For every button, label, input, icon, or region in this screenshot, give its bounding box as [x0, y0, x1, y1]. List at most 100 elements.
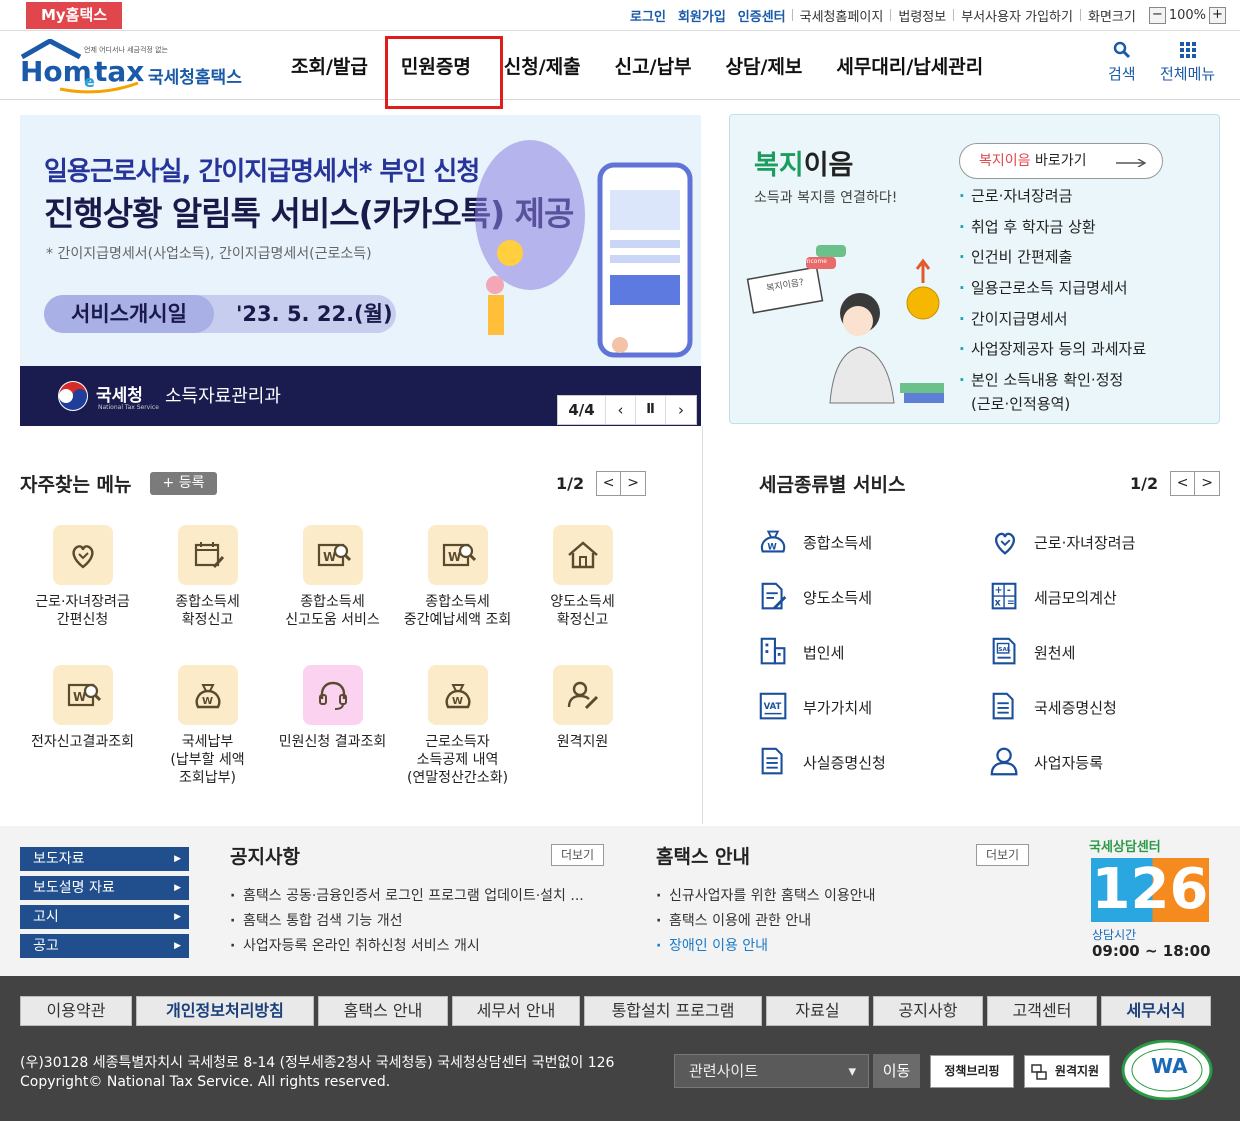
- consult-center-126[interactable]: 국세상담센터 126 상담시간 09:00 ~ 18:00: [1089, 836, 1217, 966]
- law-info-link[interactable]: 법령정보: [891, 6, 953, 25]
- guide-more-button[interactable]: 더보기: [976, 844, 1029, 866]
- footer-taxoffice-link[interactable]: 세무서 안내: [452, 996, 580, 1026]
- remote-support-badge[interactable]: 원격지원: [1024, 1055, 1110, 1088]
- tax-service-item[interactable]: 양도소득세: [757, 580, 872, 614]
- banner-prev-button[interactable]: ‹: [606, 396, 636, 424]
- policy-briefing-badge[interactable]: 정책브리핑: [930, 1055, 1014, 1088]
- nav-consult-tip[interactable]: 상담/제보: [709, 31, 820, 100]
- tax-service-item[interactable]: 사업자등록: [988, 745, 1103, 779]
- tax-service-item[interactable]: W 종합소득세: [757, 525, 872, 559]
- cert-center-link[interactable]: 인증센터: [732, 6, 792, 25]
- announcement-button[interactable]: 공고: [20, 934, 189, 958]
- frequent-menu-label: 전자신고결과조회: [30, 734, 135, 750]
- tax-service-item[interactable]: 국세증명신청: [988, 690, 1117, 724]
- main-banner[interactable]: 일용근로사실, 간이지급명세서* 부인 신청 진행상황 알림톡 서비스(카카오톡…: [20, 115, 701, 426]
- zoom-in-button[interactable]: +: [1209, 6, 1226, 24]
- logo-tagline: 언제 어디서나 세금걱정 없는: [84, 46, 168, 54]
- frequent-prev-button[interactable]: <: [596, 471, 622, 496]
- nav-report-payment[interactable]: 신고/납부: [598, 31, 709, 100]
- all-menu-button[interactable]: 전체메뉴: [1160, 41, 1215, 84]
- my-hometax-tab[interactable]: My홈택스: [26, 2, 122, 29]
- hometax-logo[interactable]: Hom e tax 언제 어디서나 세금걱정 없는 국세청홈택스: [20, 38, 250, 94]
- grid-menu-icon: [1179, 42, 1196, 58]
- tax-service-next-button[interactable]: >: [1195, 471, 1221, 496]
- welfare-go-rest: 바로가기: [1030, 153, 1087, 169]
- welfare-item[interactable]: 사업장제공자 등의 과세자료: [959, 338, 1146, 369]
- frequent-menu-item[interactable]: W 근로소득자 소득공제 내역 (연말정산간소화): [395, 665, 520, 787]
- notice-item[interactable]: 홈택스 통합 검색 기능 개선: [230, 911, 610, 936]
- nts-homepage-link[interactable]: 국세청홈페이지: [793, 6, 891, 25]
- frequent-menu-label: 종합소득세 신고도움 서비스: [285, 594, 380, 628]
- frequent-menu-item[interactable]: 민원신청 결과조회: [270, 665, 395, 751]
- nts-emblem-icon: [58, 381, 88, 411]
- footer-privacy-link[interactable]: 개인정보처리방침: [136, 996, 314, 1026]
- guide-list: 신규사업자를 위한 홈택스 이용안내 홈택스 이용에 관한 안내 장애인 이용 …: [656, 886, 986, 961]
- nav-inquiry[interactable]: 조회/발급: [274, 31, 385, 100]
- frequent-menu-item[interactable]: 근로·자녀장려금 간편신청: [20, 525, 145, 629]
- guide-item[interactable]: 장애인 이용 안내: [656, 936, 986, 961]
- money-bag-icon: W: [445, 684, 470, 709]
- login-link[interactable]: 로그인: [624, 6, 672, 25]
- frequent-menu-title: 자주찾는 메뉴: [20, 474, 132, 496]
- dept-user-signup-link[interactable]: 부서사용자 가입하기: [954, 6, 1080, 25]
- frequent-menu-item[interactable]: 원격지원: [520, 665, 645, 751]
- tax-service-label: 법인세: [803, 643, 845, 662]
- svg-text:W: W: [452, 696, 463, 707]
- frequent-menu-item[interactable]: W 종합소득세 신고도움 서비스: [270, 525, 395, 629]
- banner-pause-button[interactable]: Ⅱ: [636, 396, 666, 424]
- register-button[interactable]: + 등록: [150, 472, 217, 495]
- welfare-item[interactable]: 취업 후 학자금 상환: [959, 216, 1146, 247]
- guide-item[interactable]: 신규사업자를 위한 홈택스 이용안내: [656, 886, 986, 911]
- frequent-menu-icon: W: [302, 525, 363, 585]
- banner-note: * 간이지급명세서(사업소득), 간이지급명세서(근로소득): [46, 246, 372, 262]
- address-text: (우)30128 세종특별자치시 국세청로 8-14 (정부세종2청사 국세청동…: [20, 1055, 615, 1071]
- consult-hours-label: 상담시간: [1092, 928, 1137, 942]
- nav-application[interactable]: 신청/제출: [487, 31, 598, 100]
- frequent-next-button[interactable]: >: [621, 471, 647, 496]
- tax-service-item[interactable]: 사실증명신청: [757, 745, 886, 779]
- search-button[interactable]: 검색: [1108, 41, 1136, 84]
- frequent-menu-label: 민원신청 결과조회: [278, 734, 387, 750]
- footer-hometax-guide-link[interactable]: 홈택스 안내: [318, 996, 448, 1026]
- footer-customer-link[interactable]: 고객센터: [987, 996, 1097, 1026]
- tax-service-label: 세금모의계산: [1034, 588, 1117, 607]
- phone-illustration-icon: [475, 140, 693, 358]
- frequent-menu-item[interactable]: 양도소득세 확정신고: [520, 525, 645, 629]
- frequent-menu-item[interactable]: 종합소득세 확정신고: [145, 525, 270, 629]
- tax-service-label: 원천세: [1034, 643, 1076, 662]
- notification-button[interactable]: 고시: [20, 905, 189, 929]
- tax-service-prev-button[interactable]: <: [1170, 471, 1196, 496]
- footer-tax-forms-link[interactable]: 세무서식: [1101, 996, 1211, 1026]
- banner-next-button[interactable]: ›: [666, 396, 696, 424]
- welfare-item[interactable]: 인건비 간편제출: [959, 246, 1146, 277]
- search-icon: [1113, 41, 1130, 59]
- footer-install-link[interactable]: 통합설치 프로그램: [584, 996, 762, 1026]
- footer-library-link[interactable]: 자료실: [766, 996, 869, 1026]
- guide-item[interactable]: 홈택스 이용에 관한 안내: [656, 911, 986, 936]
- notice-more-button[interactable]: 더보기: [551, 844, 604, 866]
- press-explanation-button[interactable]: 보도설명 자료: [20, 876, 189, 900]
- tax-service-item[interactable]: 법인세: [757, 635, 844, 669]
- welfare-item[interactable]: 일용근로소득 지급명세서: [959, 277, 1146, 308]
- tax-service-item[interactable]: SAL 원천세: [988, 635, 1075, 669]
- notice-item[interactable]: 사업자등록 온라인 취하신청 서비스 개시: [230, 936, 610, 961]
- signup-link[interactable]: 회원가입: [672, 6, 732, 25]
- person-icon: [990, 747, 1018, 776]
- tax-service-item[interactable]: VAT 부가가치세: [757, 690, 872, 724]
- press-release-button[interactable]: 보도자료: [20, 847, 189, 871]
- welfare-go-button[interactable]: 복지이음 바로가기: [959, 143, 1163, 179]
- frequent-menu-item[interactable]: W 국세납부 (납부할 세액 조회납부): [145, 665, 270, 787]
- related-sites-go-button[interactable]: 이동: [873, 1054, 920, 1088]
- nav-tax-agent[interactable]: 세무대리/납세관리: [819, 31, 1000, 100]
- related-sites-select[interactable]: 관련사이트: [674, 1054, 869, 1088]
- zoom-out-button[interactable]: −: [1148, 6, 1166, 24]
- frequent-menu-item[interactable]: W 종합소득세 중간예납세액 조회: [395, 525, 520, 629]
- tax-service-item[interactable]: + - x = 세금모의계산: [988, 580, 1117, 614]
- frequent-menu-item[interactable]: W 전자신고결과조회: [20, 665, 145, 751]
- tax-service-item[interactable]: 근로·자녀장려금: [988, 525, 1135, 559]
- welfare-item[interactable]: 근로·자녀장려금: [959, 185, 1146, 216]
- footer-notice-link[interactable]: 공지사항: [873, 996, 983, 1026]
- welfare-item[interactable]: 간이지급명세서: [959, 308, 1146, 339]
- footer-terms-link[interactable]: 이용약관: [20, 996, 132, 1026]
- notice-item[interactable]: 홈택스 공동·금융인증서 로그인 프로그램 업데이트·설치 ...: [230, 886, 610, 911]
